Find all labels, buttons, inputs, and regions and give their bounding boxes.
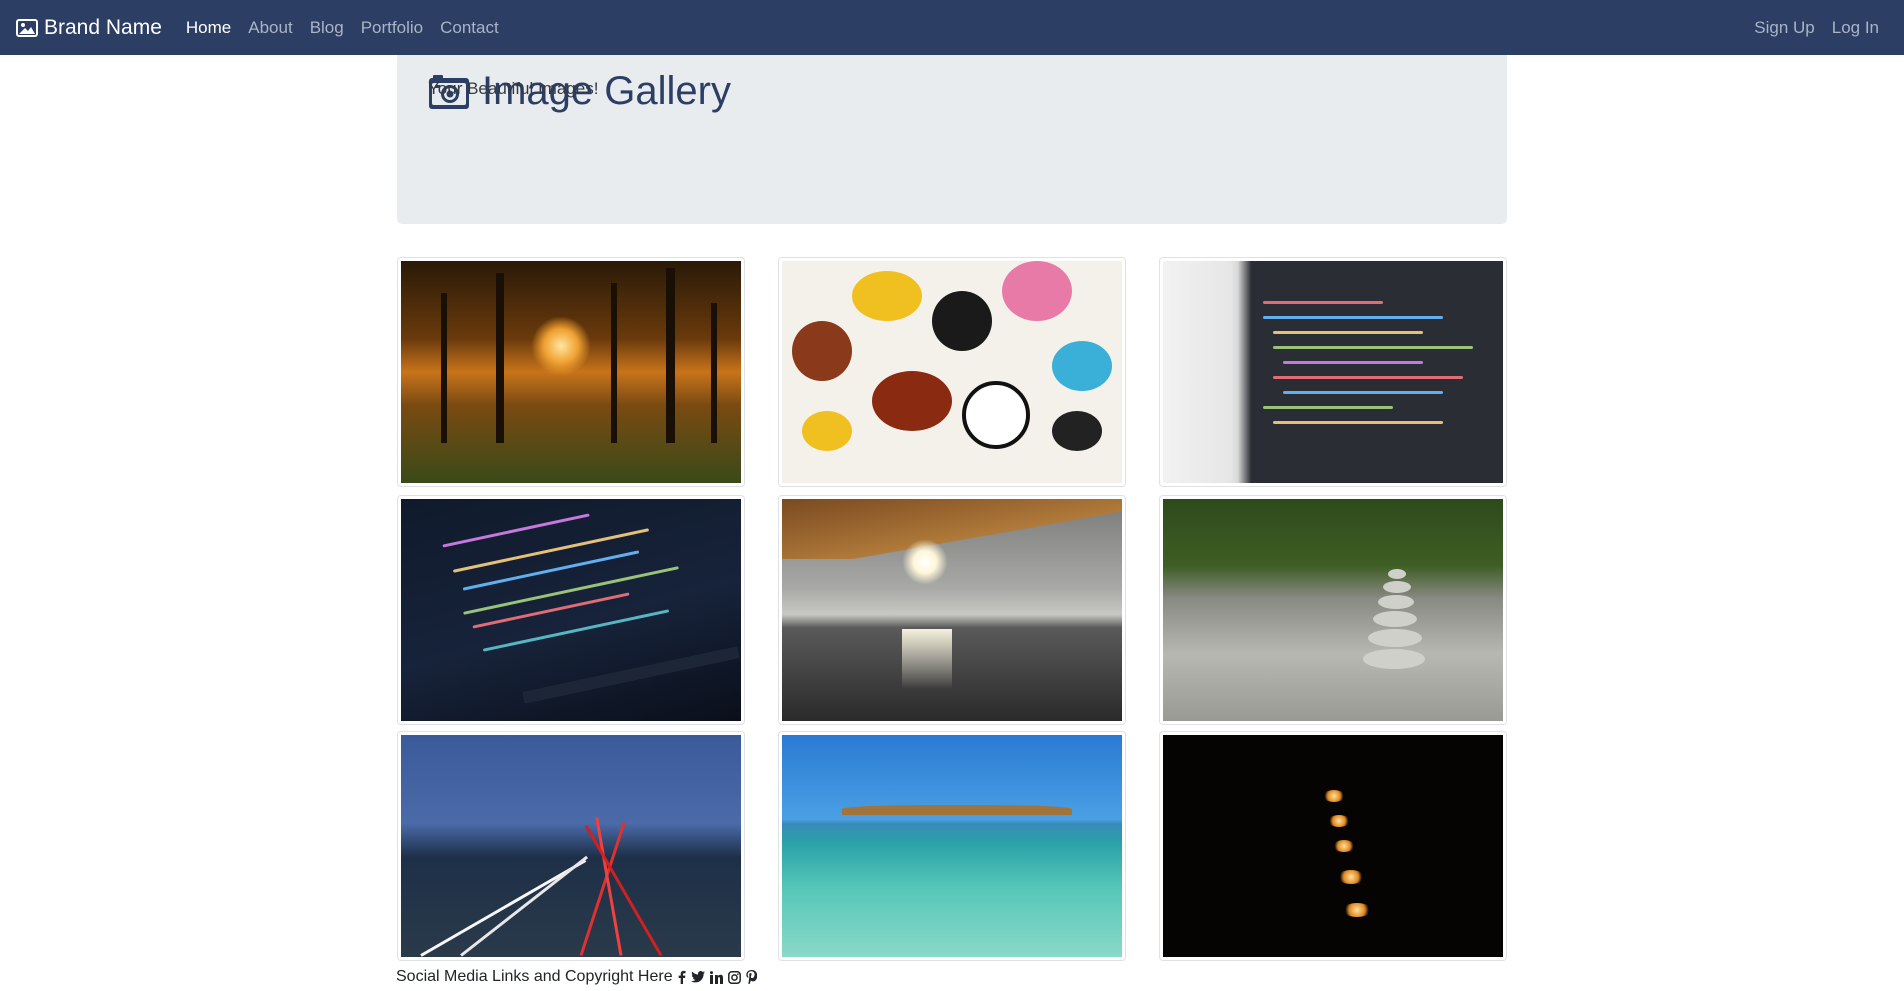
nav-link-portfolio[interactable]: Portfolio	[361, 18, 423, 38]
image-icon	[16, 18, 38, 37]
jumbotron: Image Gallery Your Beautiful Images!	[397, 55, 1507, 224]
brand-link[interactable]: Brand Name	[16, 16, 162, 40]
graffiti-image	[782, 261, 1122, 483]
stone-cairn-image	[1163, 499, 1503, 721]
sunset-terrace-image	[782, 499, 1122, 721]
autumn-forest-image	[401, 261, 741, 483]
candles-image	[1163, 735, 1503, 957]
social-links	[678, 970, 762, 984]
navbar: Brand Name Home About Blog Portfolio Con…	[0, 0, 1904, 55]
gallery-item-sunset-terrace[interactable]	[778, 495, 1126, 725]
highway-image	[401, 735, 741, 957]
code-laptop-image	[1163, 261, 1503, 483]
main-nav: Home About Blog Portfolio Contact	[186, 18, 516, 38]
linkedin-icon[interactable]	[709, 970, 723, 984]
instagram-icon[interactable]	[727, 970, 741, 984]
nav-link-blog[interactable]: Blog	[310, 18, 344, 38]
nav-link-about[interactable]: About	[248, 18, 292, 38]
nav-link-contact[interactable]: Contact	[440, 18, 499, 38]
footer-text: Social Media Links and Copyright Here	[396, 968, 673, 985]
gallery-item-candles[interactable]	[1159, 731, 1507, 961]
twitter-icon[interactable]	[690, 971, 705, 983]
gallery-item-code-dark[interactable]	[397, 495, 745, 725]
sign-up-link[interactable]: Sign Up	[1754, 18, 1814, 38]
gallery-item-stone-cairn[interactable]	[1159, 495, 1507, 725]
code-dark-image	[401, 499, 741, 721]
footer: Social Media Links and Copyright Here	[396, 968, 762, 986]
brand-name: Brand Name	[44, 15, 162, 39]
sea-image	[782, 735, 1122, 957]
log-in-link[interactable]: Log In	[1832, 18, 1879, 38]
gallery-item-sea[interactable]	[778, 731, 1126, 961]
gallery-item-autumn-forest[interactable]	[397, 257, 745, 487]
page-subtitle: Your Beautiful Images!	[428, 79, 599, 98]
nav-link-home[interactable]: Home	[186, 18, 231, 38]
gallery-item-code-laptop[interactable]	[1159, 257, 1507, 487]
auth-nav: Sign Up Log In	[1737, 18, 1904, 38]
facebook-icon[interactable]	[678, 970, 686, 984]
pinterest-icon[interactable]	[745, 970, 757, 984]
gallery-item-graffiti[interactable]	[778, 257, 1126, 487]
gallery-item-highway[interactable]	[397, 731, 745, 961]
